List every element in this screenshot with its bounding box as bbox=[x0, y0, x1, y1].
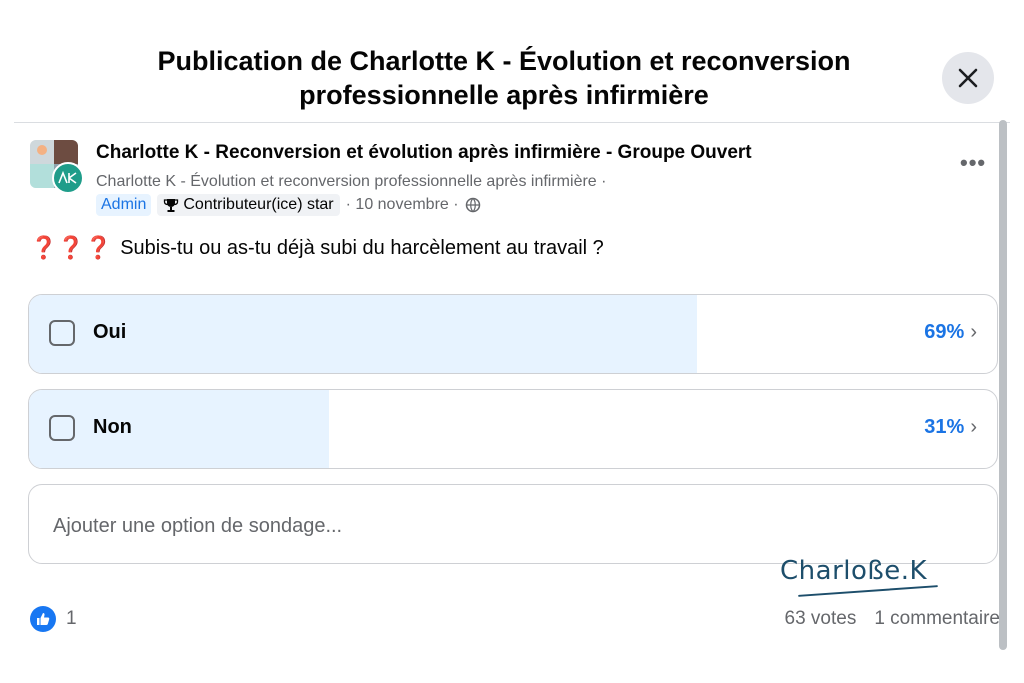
close-button[interactable] bbox=[942, 52, 994, 104]
poll-checkbox[interactable] bbox=[49, 415, 75, 441]
post-meta: Admin Contributeur(ice) star · 10 novemb… bbox=[96, 194, 481, 216]
contributor-badge-label: Contributeur(ice) star bbox=[183, 196, 334, 213]
more-icon: ••• bbox=[960, 150, 987, 175]
reactions-summary[interactable]: 1 bbox=[30, 606, 77, 632]
poll-percent-text: 69% bbox=[924, 321, 965, 343]
add-poll-option-input[interactable] bbox=[51, 507, 955, 545]
more-options-button[interactable]: ••• bbox=[960, 150, 986, 176]
chevron-right-icon: › bbox=[970, 416, 977, 438]
post-date[interactable]: · 10 novembre · bbox=[346, 196, 459, 214]
vote-count[interactable]: 63 votes bbox=[785, 608, 857, 630]
admin-badge[interactable]: Admin bbox=[96, 194, 152, 216]
dialog-title: Publication de Charlotte K - Évolution e… bbox=[157, 46, 851, 110]
author-name-link[interactable]: Charlotte K - Évolution et reconversion … bbox=[96, 173, 606, 191]
watermark-logo: Charloße.K bbox=[780, 556, 928, 586]
contributor-badge[interactable]: Contributeur(ice) star bbox=[157, 194, 340, 216]
comment-count[interactable]: 1 commentaire bbox=[874, 608, 1000, 630]
poll-option-label: Non bbox=[93, 416, 132, 438]
group-avatar[interactable] bbox=[30, 140, 84, 194]
poll-percent-text: 31% bbox=[924, 416, 965, 438]
globe-icon bbox=[465, 197, 480, 213]
avatar[interactable] bbox=[52, 162, 84, 194]
poll-question: Subis-tu ou as-tu déjà subi du harcèleme… bbox=[120, 236, 604, 259]
post-stats: 63 votes 1 commentaire bbox=[785, 608, 1001, 630]
poll-option-percent[interactable]: 31% › bbox=[924, 416, 977, 439]
poll-option-oui[interactable]: Oui 69% › bbox=[28, 294, 998, 374]
poll-option-non[interactable]: Non 31% › bbox=[28, 389, 998, 469]
post-text: ❓❓❓ Subis-tu ou as-tu déjà subi du harcè… bbox=[30, 235, 604, 261]
dialog-header: Publication de Charlotte K - Évolution e… bbox=[14, 34, 1010, 123]
close-icon bbox=[958, 68, 978, 88]
thumbs-up-icon bbox=[30, 606, 56, 632]
question-marks: ❓❓❓ bbox=[30, 235, 113, 260]
scrollbar[interactable] bbox=[999, 120, 1007, 650]
poll-option-percent[interactable]: 69% › bbox=[924, 321, 977, 344]
chevron-right-icon: › bbox=[970, 321, 977, 343]
poll-checkbox[interactable] bbox=[49, 320, 75, 346]
group-name-link[interactable]: Charlotte K - Reconversion et évolution … bbox=[96, 142, 752, 164]
trophy-icon bbox=[164, 199, 179, 212]
poll-option-fill bbox=[29, 295, 697, 373]
poll-option-label: Oui bbox=[93, 321, 127, 343]
add-poll-option[interactable] bbox=[28, 484, 998, 564]
like-count: 1 bbox=[66, 608, 77, 629]
